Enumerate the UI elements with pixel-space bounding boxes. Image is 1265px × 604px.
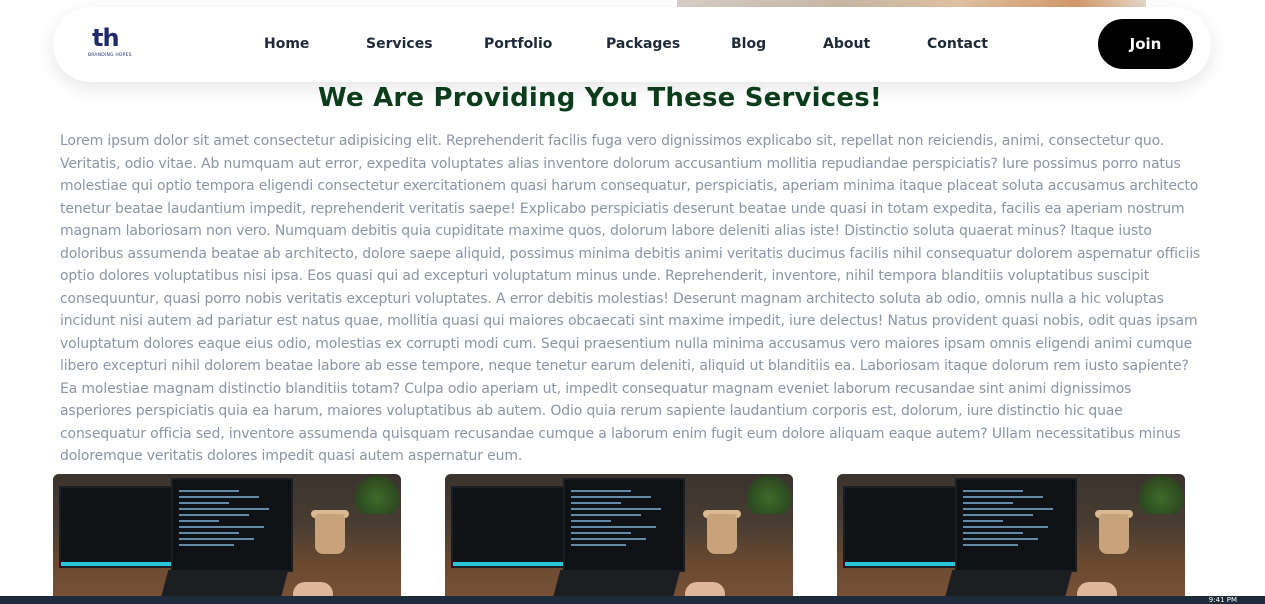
monitor-left [59,486,173,568]
section-paragraph: Lorem ipsum dolor sit amet consectetur a… [60,133,1201,464]
nav-blog[interactable]: Blog [731,36,766,52]
nav-home[interactable]: Home [264,36,309,52]
join-button[interactable]: Join [1098,19,1193,69]
nav-about[interactable]: About [823,36,870,52]
nav-contact[interactable]: Contact [927,36,988,52]
coffee-cup [707,514,737,554]
logo-mark: th [92,24,120,52]
monitor-left [451,486,565,568]
nav-portfolio[interactable]: Portfolio [484,36,552,52]
coffee-cup [1099,514,1129,554]
logo-tagline: BRANDING HOPES [88,53,132,58]
monitor-code [171,478,293,572]
nav-packages[interactable]: Packages [606,36,680,52]
monitor-code [563,478,685,572]
monitor-code [955,478,1077,572]
os-taskbar[interactable]: 9:41 PM [0,596,1265,604]
plant [745,474,793,514]
service-card-2[interactable] [445,474,793,604]
section-heading: We Are Providing You These Services! [318,83,882,113]
nav-services[interactable]: Services [366,36,433,52]
plant [353,474,401,514]
brand-logo[interactable]: th BRANDING HOPES [88,25,132,61]
monitor-left [843,486,957,568]
taskbar-clock: 9:41 PM [1208,596,1237,604]
plant [1137,474,1185,514]
coffee-cup [315,514,345,554]
service-card-3[interactable] [837,474,1185,604]
service-card-1[interactable] [53,474,401,604]
